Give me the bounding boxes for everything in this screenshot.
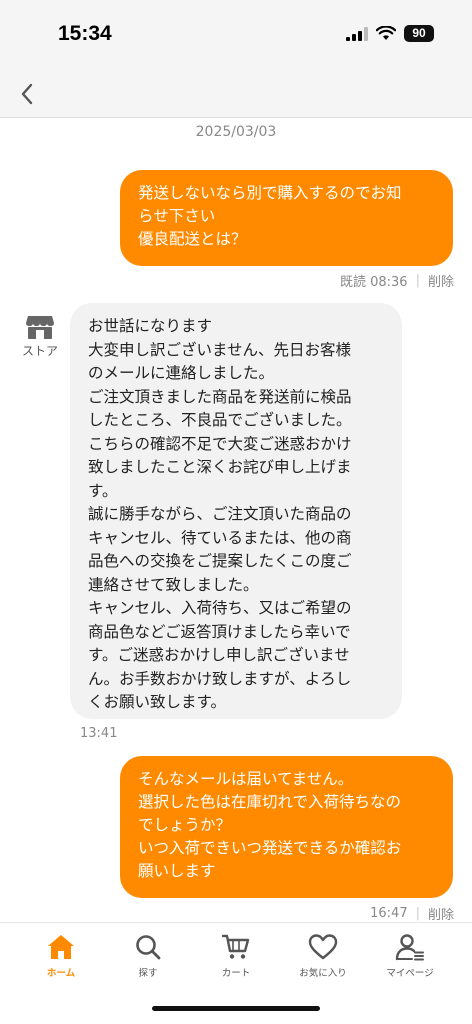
- tab-mypage[interactable]: マイページ: [363, 933, 457, 979]
- status-icons: 90: [346, 25, 434, 42]
- incoming-message-bubble[interactable]: お世話になります 大変申し訳ございません、先日お客様 のメールに連絡しました。 …: [70, 303, 402, 719]
- home-icon: [48, 935, 74, 959]
- signal-icon: [346, 26, 368, 41]
- home-indicator: [152, 1006, 320, 1011]
- tab-label: 探す: [138, 968, 158, 979]
- battery-indicator: 90: [404, 25, 434, 42]
- tab-cart[interactable]: カート: [189, 933, 283, 979]
- store-avatar[interactable]: ストア: [18, 314, 62, 359]
- cart-icon: [221, 934, 250, 959]
- tab-label: ホーム: [46, 968, 76, 979]
- chat-thread[interactable]: 2025/03/03 発送しないなら別で購入するのでお知 らせ下さい 優良配送と…: [0, 118, 472, 922]
- back-button[interactable]: [12, 78, 42, 110]
- tab-search[interactable]: 探す: [101, 933, 195, 979]
- tab-label: カート: [221, 968, 251, 979]
- store-icon: [26, 316, 54, 339]
- chevron-left-icon: [21, 83, 33, 105]
- outgoing-message-bubble[interactable]: 発送しないなら別で購入するのでお知 らせ下さい 優良配送とは？: [120, 170, 453, 266]
- message-meta: 16:47 | 削除: [370, 904, 454, 922]
- tab-label: お気に入り: [299, 968, 347, 979]
- nav-bar: [0, 70, 472, 118]
- person-icon: [395, 934, 424, 961]
- outgoing-message-bubble[interactable]: そんなメールは届いてません。 選択した色は在庫切れで入荷待ちなの でしょうか？ …: [120, 756, 453, 898]
- tab-label: マイページ: [386, 968, 434, 979]
- message-meta: 既読 08:36 | 削除: [340, 271, 454, 290]
- date-separator: 2025/03/03: [195, 124, 277, 140]
- store-label: ストア: [21, 344, 58, 358]
- read-time: 16:47: [370, 906, 408, 921]
- search-icon: [136, 935, 161, 960]
- tab-home[interactable]: ホーム: [14, 933, 108, 979]
- meta-divider: |: [415, 906, 420, 921]
- meta-divider: |: [415, 273, 420, 288]
- message-time: 13:41: [80, 726, 118, 741]
- tab-favorites[interactable]: お気に入り: [276, 933, 370, 979]
- status-time: 15:34: [58, 22, 112, 45]
- delete-button[interactable]: 削除: [428, 904, 454, 922]
- status-bar: 15:34 90: [0, 0, 472, 70]
- delete-button[interactable]: 削除: [428, 271, 454, 290]
- read-time: 既読 08:36: [339, 275, 408, 290]
- wifi-icon: [376, 26, 396, 40]
- heart-icon: [308, 934, 338, 960]
